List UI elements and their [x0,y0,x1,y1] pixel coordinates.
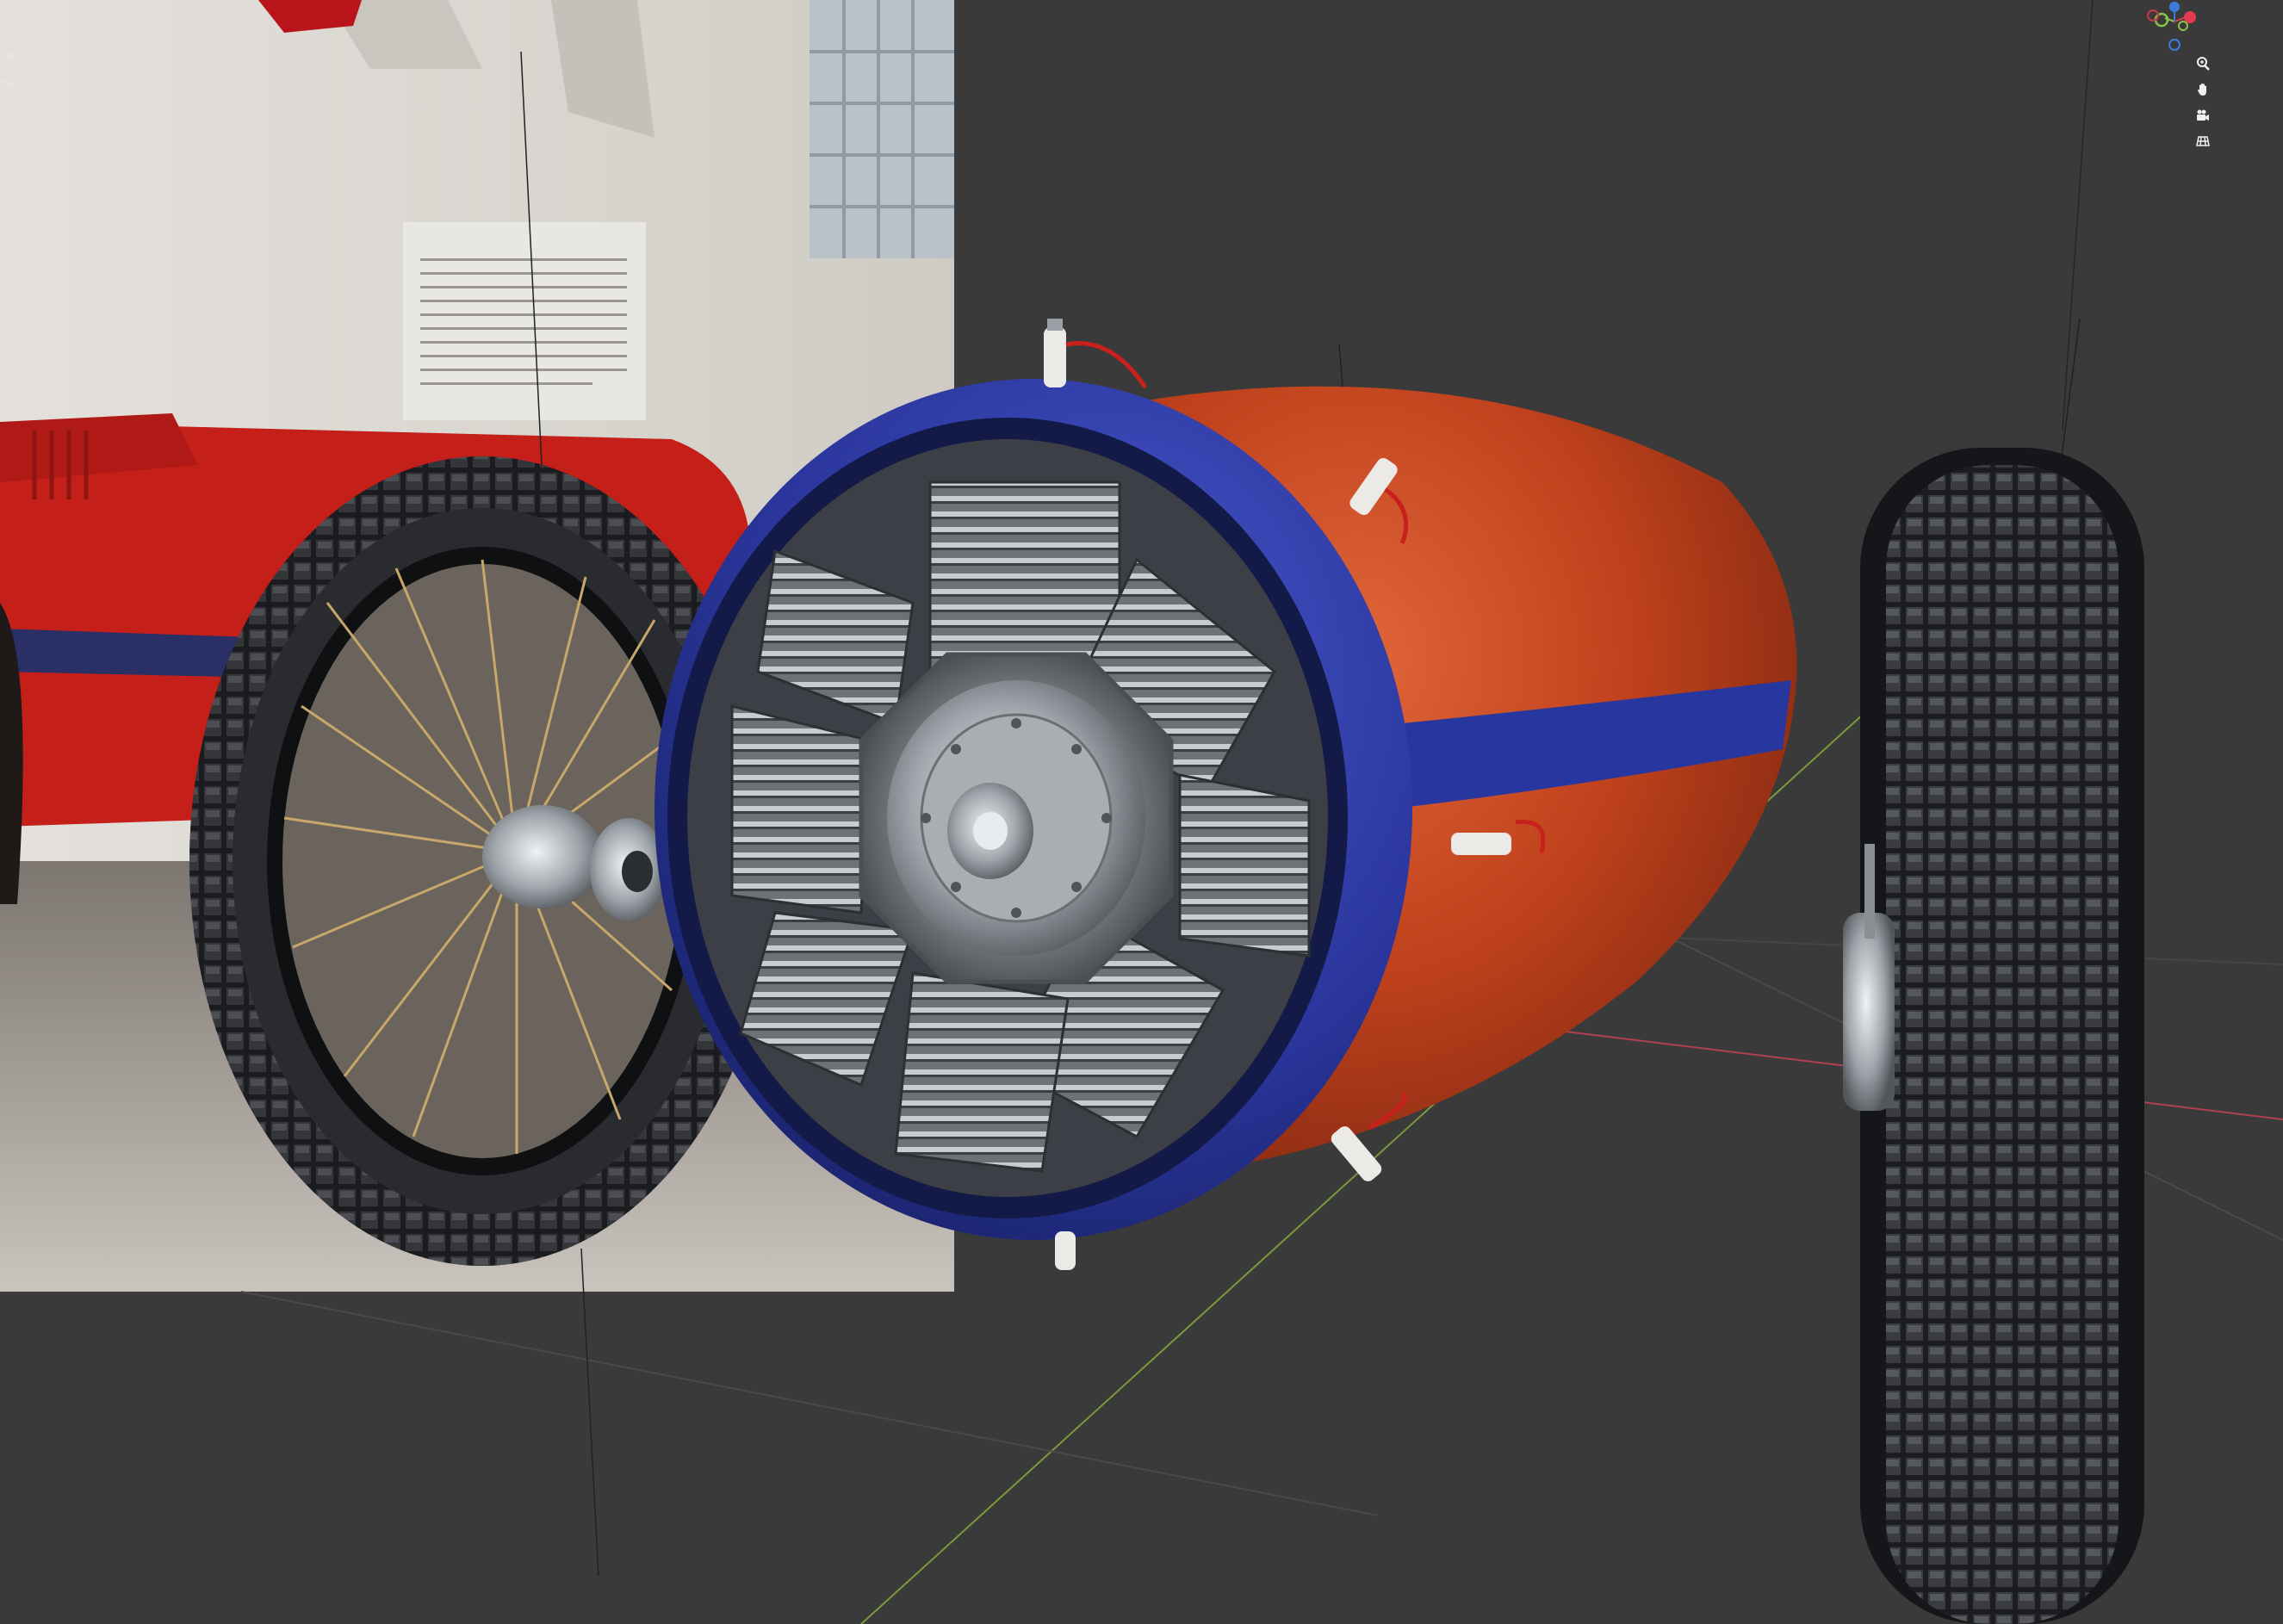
stat-line: 9 [0,39,5,47]
gizmo-neg-z-icon[interactable] [2168,39,2181,51]
stat-line: 0 [0,66,5,75]
viewport-statistics: 9 918 0 596 [0,36,14,91]
stat-line: 918 [0,53,15,61]
perspective-grid-icon[interactable] [2193,131,2213,152]
pan-hand-icon[interactable] [2193,79,2213,100]
gizmo-neg-y-icon[interactable] [2178,21,2188,31]
camera-view-icon[interactable] [2193,105,2213,126]
stat-line: 596 [0,80,15,89]
rear-right-wheel [1843,448,2144,1624]
gizmo-z-axis-icon[interactable] [2169,2,2180,12]
3d-viewport[interactable]: 9 918 0 596 [0,0,2283,1624]
render-scene[interactable] [0,0,2283,1624]
zoom-icon[interactable] [2193,53,2213,74]
